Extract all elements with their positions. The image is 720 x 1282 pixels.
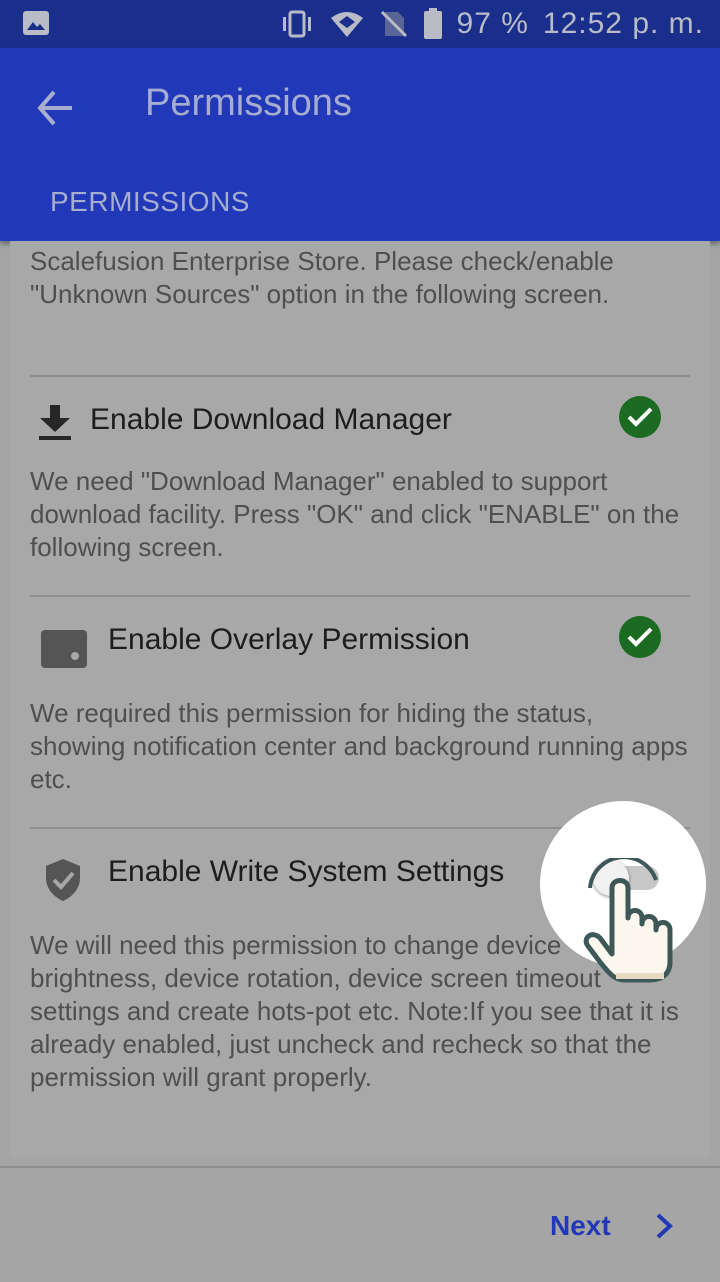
permission-title: Enable Write System Settings bbox=[108, 855, 505, 888]
no-sim-icon bbox=[379, 9, 409, 39]
overlay-icon bbox=[41, 630, 87, 673]
next-label: Next bbox=[550, 1210, 611, 1241]
download-icon bbox=[38, 403, 72, 446]
permissions-list[interactable]: Scalefusion Enterprise Store. Please che… bbox=[10, 241, 710, 1157]
intro-section: Scalefusion Enterprise Store. Please che… bbox=[30, 245, 690, 311]
permission-description: We required this permission for hiding t… bbox=[30, 698, 688, 794]
divider bbox=[30, 375, 690, 377]
tab-permissions[interactable]: PERMISSIONS bbox=[50, 186, 250, 218]
enabled-check-icon[interactable] bbox=[619, 616, 661, 658]
vibrate-icon bbox=[279, 10, 315, 38]
enabled-check-icon[interactable] bbox=[619, 396, 661, 438]
battery-percentage: 97 % bbox=[456, 7, 529, 40]
battery-icon bbox=[423, 8, 443, 40]
back-arrow-icon bbox=[37, 90, 72, 126]
image-icon bbox=[22, 10, 50, 41]
shield-check-icon bbox=[44, 858, 82, 907]
intro-text: Scalefusion Enterprise Store. Please che… bbox=[30, 246, 614, 309]
app-bar: Permissions PERMISSIONS bbox=[0, 48, 720, 241]
back-button[interactable] bbox=[34, 86, 78, 130]
permission-title: Enable Overlay Permission bbox=[108, 623, 470, 656]
wifi-icon bbox=[329, 10, 365, 38]
chevron-right-icon bbox=[656, 1213, 673, 1239]
clock: 12:52 p. m. bbox=[542, 7, 704, 40]
next-button[interactable]: Next bbox=[550, 1206, 673, 1246]
divider bbox=[30, 595, 690, 597]
status-bar: 97 % 12:52 p. m. bbox=[0, 0, 720, 48]
tap-hand-icon bbox=[578, 855, 688, 991]
page-title: Permissions bbox=[145, 82, 352, 124]
permission-title: Enable Download Manager bbox=[90, 403, 452, 436]
permission-description: We need "Download Manager" enabled to su… bbox=[30, 466, 680, 562]
